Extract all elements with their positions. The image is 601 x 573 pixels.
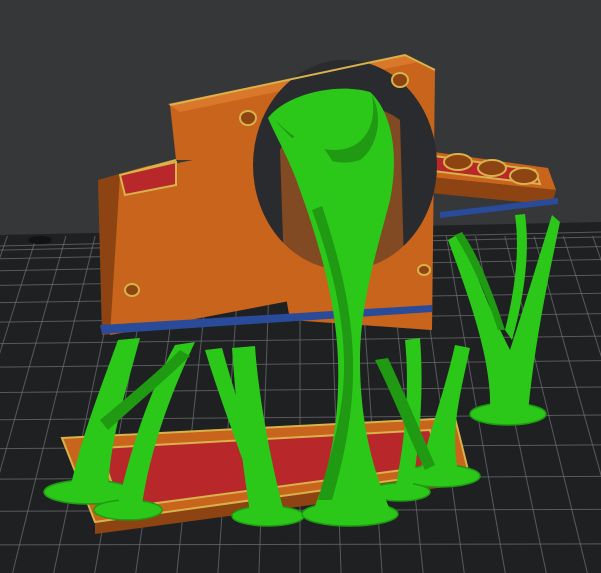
bed-clip-marker	[28, 236, 52, 244]
model-preview-canvas[interactable]	[0, 0, 601, 573]
3d-viewport[interactable]	[0, 0, 601, 573]
